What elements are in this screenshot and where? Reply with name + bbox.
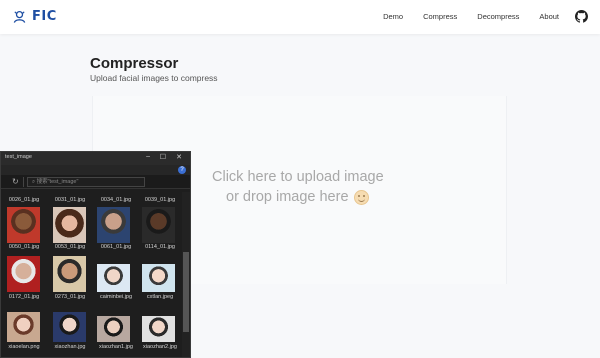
file-label[interactable]: 0031_01.jpg [49,197,91,203]
file-label[interactable]: caiminbei.jpg [95,294,137,300]
image-thumbnail[interactable] [142,316,175,342]
file-label[interactable]: xiaozhan.jpg [49,344,91,350]
file-label[interactable]: 0053_01.jpg [49,244,91,250]
file-label[interactable]: 0061_01.jpg [95,244,137,250]
maximize-icon[interactable]: ☐ [160,153,166,161]
explorer-titlebar[interactable]: test_image – ☐ ✕ [1,152,190,165]
nav-links: Demo Compress Decompress About [383,10,588,23]
file-label[interactable]: 0039_01.jpg [139,197,181,203]
refresh-icon[interactable]: ↻ [12,177,19,186]
github-icon[interactable] [575,10,588,23]
file-label[interactable]: 0114_01.jpg [139,244,181,250]
explorer-addressbar: ↻ ⌕ 搜索"test_image" [1,175,190,189]
upload-prompt-line2-text: or drop image here [226,189,349,205]
explorer-search-placeholder: 搜索"test_image" [36,179,79,185]
minimize-icon[interactable]: – [146,153,150,160]
top-navbar: FIC Demo Compress Decompress About [0,0,600,34]
image-thumbnail[interactable] [53,312,86,342]
help-icon[interactable]: ? [178,166,186,174]
file-label[interactable]: 0026_01.jpg [3,197,45,203]
brand-name: FIC [32,9,57,24]
image-thumbnail[interactable] [7,312,40,342]
file-label[interactable]: 0034_01.jpg [95,197,137,203]
file-label[interactable]: 0273_01.jpg [49,294,91,300]
nav-about-link[interactable]: About [539,12,559,21]
brand[interactable]: FIC [12,9,57,24]
explorer-ribbon: ? [1,165,190,175]
image-thumbnail[interactable] [142,264,175,292]
toolbar-divider [23,177,24,187]
file-label[interactable]: xiaozhan1.jpg [95,344,137,350]
image-thumbnail[interactable] [7,256,40,292]
file-label[interactable]: cxtlan.jpeg [139,294,181,300]
upload-prompt-line1[interactable]: Click here to upload image [212,169,384,185]
nav-decompress-link[interactable]: Decompress [477,12,519,21]
scrollbar-thumb[interactable] [183,252,189,332]
smile-icon [353,189,369,205]
upload-prompt-line2[interactable]: or drop image here [226,189,369,205]
file-label[interactable]: 0172_01.jpg [3,294,45,300]
file-label[interactable]: 0050_01.jpg [3,244,45,250]
image-thumbnail[interactable] [53,256,86,292]
explorer-search-input[interactable]: ⌕ 搜索"test_image" [27,177,145,187]
page-title: Compressor [90,55,179,72]
explorer-scrollbar[interactable] [182,192,190,357]
file-label[interactable]: xiaoelan.png [3,344,45,350]
file-explorer-window[interactable]: test_image – ☐ ✕ ? ↻ ⌕ 搜索"test_image" 00… [0,151,191,358]
image-thumbnail[interactable] [97,264,130,292]
close-icon[interactable]: ✕ [176,153,182,161]
file-label[interactable]: xiaozhan2.jpg [139,344,181,350]
image-thumbnail[interactable] [53,207,86,243]
page-subtitle: Upload facial images to compress [90,73,218,83]
image-thumbnail[interactable] [142,207,175,243]
explorer-title: test_image [5,154,32,160]
nav-demo-link[interactable]: Demo [383,12,403,21]
image-thumbnail[interactable] [97,207,130,243]
image-thumbnail[interactable] [7,207,40,243]
avatar-logo-icon [13,10,26,23]
nav-compress-link[interactable]: Compress [423,12,457,21]
image-thumbnail[interactable] [97,316,130,342]
